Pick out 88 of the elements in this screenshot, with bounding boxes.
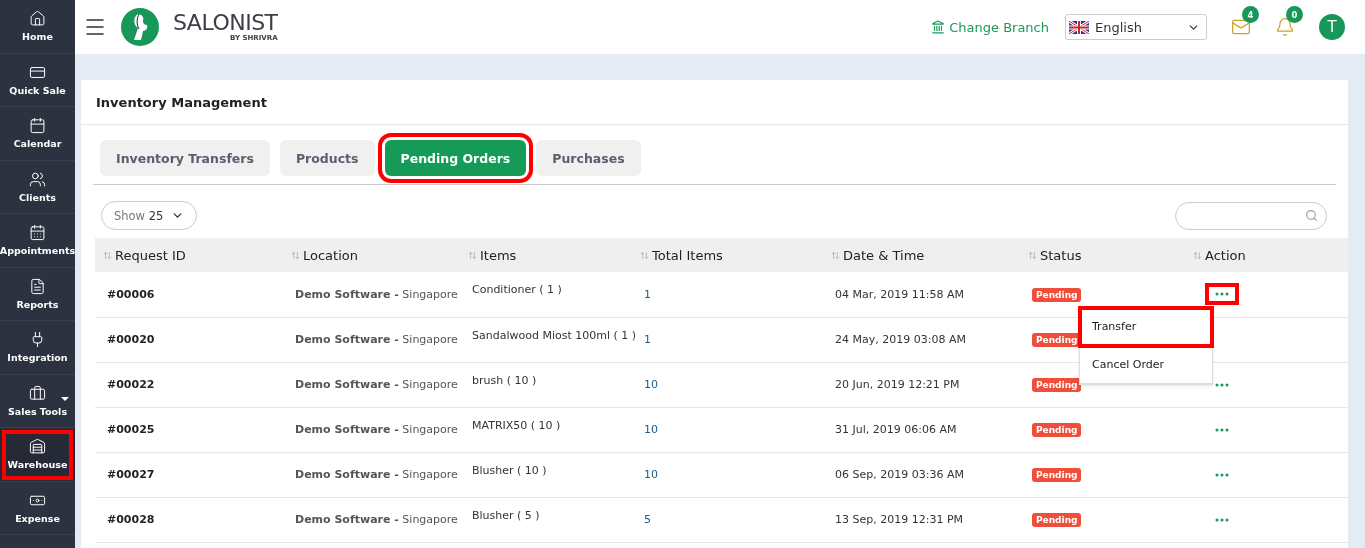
- total-items: 1: [644, 333, 651, 346]
- location-text: Demo Software - Singapore: [295, 333, 458, 346]
- status-badge: Pending: [1032, 287, 1082, 302]
- total-items: 5: [644, 513, 651, 526]
- total-items: 10: [644, 378, 658, 391]
- sidebar-item[interactable]: Reports: [0, 267, 75, 321]
- request-id: #00025: [107, 423, 155, 436]
- sort-icon: [831, 250, 840, 260]
- location-text: Demo Software - Singapore: [295, 378, 458, 391]
- sidebar-icon: [29, 277, 46, 295]
- user-avatar[interactable]: T: [1319, 14, 1345, 40]
- sort-icon: [291, 250, 300, 260]
- items-text: Blusher ( 10 ): [472, 463, 547, 477]
- location-text: Demo Software - Singapore: [295, 513, 458, 526]
- sidebar-icon: [29, 384, 46, 402]
- sidebar-item[interactable]: Warehouse: [0, 428, 75, 482]
- ellipsis-icon: [1215, 382, 1229, 387]
- items-text: brush ( 10 ): [472, 373, 537, 387]
- search-icon: [1305, 209, 1318, 222]
- tab[interactable]: Purchases: [536, 140, 641, 176]
- column-header[interactable]: Request ID: [95, 238, 283, 272]
- sidebar-icon: [29, 117, 46, 135]
- sort-icon: [103, 250, 112, 260]
- column-header[interactable]: Status: [1020, 238, 1185, 272]
- request-id: #00020: [107, 333, 155, 346]
- more-actions-button[interactable]: [1205, 283, 1239, 306]
- flag-icon: [1069, 20, 1089, 34]
- request-id: #00028: [107, 513, 155, 526]
- ellipsis-icon: [1215, 292, 1229, 297]
- location-text: Demo Software - Singapore: [295, 468, 458, 481]
- sidebar-item[interactable]: Appointments: [0, 214, 75, 268]
- ellipsis-icon: [1215, 517, 1229, 522]
- sort-icon: [640, 250, 649, 260]
- logo-icon: [121, 8, 159, 46]
- sidebar-item[interactable]: Clients: [0, 160, 75, 214]
- date-time: 06 Sep, 2019 03:36 AM: [835, 468, 964, 481]
- tab[interactable]: Products: [279, 140, 375, 176]
- total-items: 1: [644, 287, 651, 301]
- date-time: 20 Jun, 2019 12:21 PM: [835, 378, 960, 391]
- mail-icon[interactable]: [1231, 17, 1251, 37]
- mail-count: 4: [1242, 6, 1259, 23]
- sidebar-item[interactable]: Integration: [0, 321, 75, 375]
- column-header[interactable]: Total Items: [632, 238, 823, 272]
- location-text: Demo Software - Singapore: [295, 287, 458, 301]
- request-id: #00027: [107, 468, 155, 481]
- sort-icon: [468, 250, 477, 260]
- notification-icon[interactable]: [1275, 17, 1295, 37]
- column-header[interactable]: Items: [460, 238, 632, 272]
- total-items: 10: [644, 468, 658, 481]
- column-header[interactable]: Date & Time: [823, 238, 1020, 272]
- language-select[interactable]: English: [1065, 14, 1207, 40]
- items-text: Sandalwood Miost 100ml ( 1 ): [472, 328, 637, 342]
- items-text: Blusher ( 5 ): [472, 508, 540, 522]
- status-badge: Pending: [1032, 468, 1082, 482]
- request-id: #00022: [107, 378, 155, 391]
- column-header[interactable]: Action: [1185, 238, 1348, 272]
- request-id: #00006: [107, 287, 155, 301]
- bank-icon: [931, 20, 946, 34]
- status-badge: Pending: [1032, 513, 1082, 527]
- brand-name: SALONIST: [173, 12, 278, 34]
- sidebar-icon: [29, 438, 46, 456]
- sort-icon: [1193, 250, 1202, 260]
- column-header[interactable]: Location: [283, 238, 460, 272]
- sidebar-icon: [29, 224, 46, 242]
- items-text: Conditioner ( 1 ): [472, 283, 562, 296]
- sidebar-item[interactable]: Quick Sale: [0, 53, 75, 107]
- total-items: 10: [644, 423, 658, 436]
- notification-count: 0: [1286, 6, 1303, 23]
- menu-item[interactable]: Transfer: [1080, 308, 1212, 347]
- date-time: 31 Jul, 2019 06:06 AM: [835, 423, 957, 436]
- date-time: 04 Mar, 2019 11:58 AM: [835, 287, 964, 301]
- ellipsis-icon: [1215, 472, 1229, 477]
- tab[interactable]: Inventory Transfers: [100, 140, 270, 176]
- ellipsis-icon: [1215, 427, 1229, 432]
- sidebar-item[interactable]: Expense: [0, 481, 75, 535]
- location-text: Demo Software - Singapore: [295, 423, 458, 436]
- date-time: 13 Sep, 2019 12:31 PM: [835, 513, 964, 526]
- sort-icon: [1028, 250, 1037, 260]
- sidebar-icon: [29, 10, 46, 28]
- change-branch-link[interactable]: Change Branch: [931, 19, 1049, 35]
- date-time: 24 May, 2019 03:08 AM: [835, 333, 966, 346]
- items-text: MATRIX50 ( 10 ): [472, 418, 561, 432]
- page-title: Inventory Management: [81, 80, 1348, 125]
- status-badge: Pending: [1032, 423, 1082, 437]
- sidebar-item[interactable]: Calendar: [0, 107, 75, 161]
- status-badge: Pending: [1032, 378, 1082, 392]
- sidebar-icon: [29, 170, 46, 188]
- menu-item[interactable]: Cancel Order: [1080, 346, 1212, 385]
